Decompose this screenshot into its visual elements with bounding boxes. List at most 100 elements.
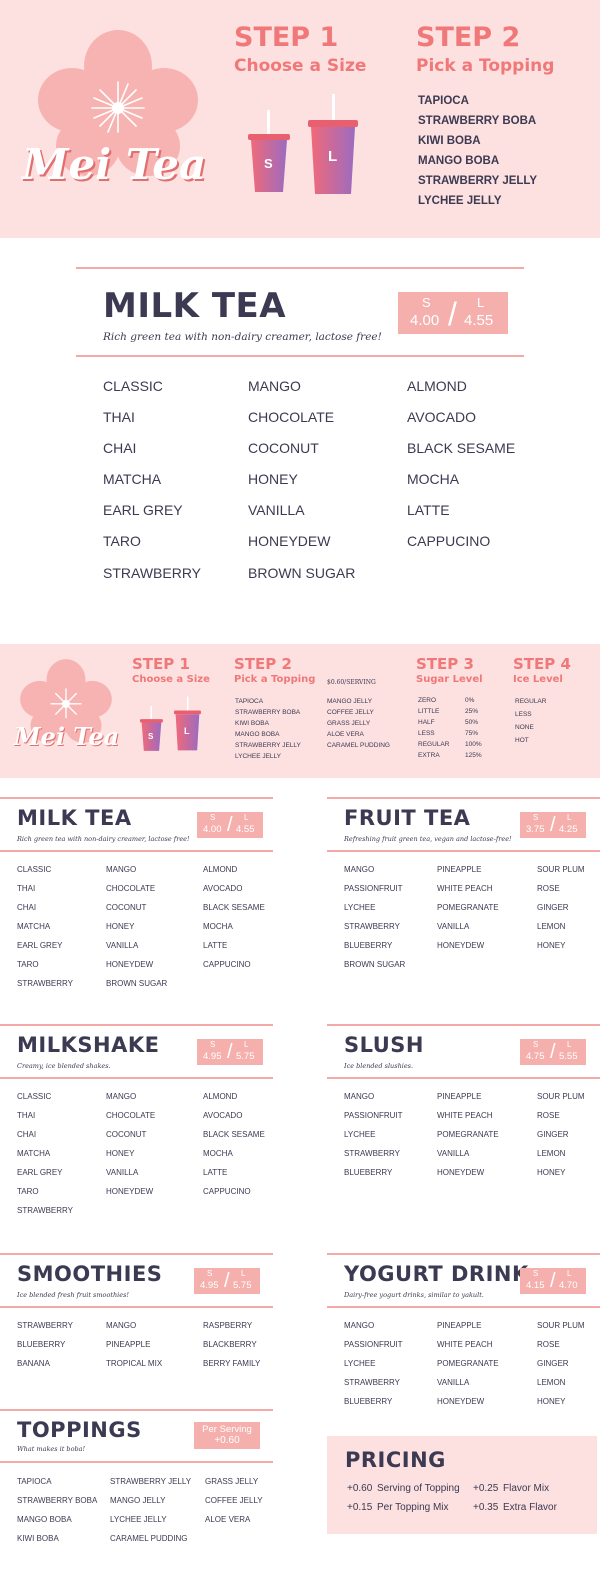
topping-item: TAPIOCA xyxy=(418,95,469,107)
flavor-item: WHITE PEACH xyxy=(437,1340,493,1349)
price-s-label: S xyxy=(207,1269,213,1278)
price-l-label: L xyxy=(241,1269,246,1278)
price-s-value: 4.95 xyxy=(200,1280,219,1291)
sugar-level-name: LESS xyxy=(418,730,435,737)
flavor-item: CHAI xyxy=(17,903,37,912)
flavor-item: STRAWBERRY xyxy=(103,565,202,581)
step4-title: STEP 4 xyxy=(513,655,571,673)
topping-item: TAPIOCA xyxy=(17,1477,52,1486)
flavor-item: TARO xyxy=(17,960,39,969)
price-s-label: S xyxy=(422,295,431,310)
flavor-item: CHOCOLATE xyxy=(248,409,335,425)
sugar-level-name: HALF xyxy=(418,719,435,726)
cup-small-label: S xyxy=(264,156,273,171)
flavor-item: EARL GREY xyxy=(17,1168,63,1177)
flavor-item: HONEYDEW xyxy=(248,533,331,549)
ice-level-item: REGULAR xyxy=(515,698,547,705)
topping-item: GRASS JELLY xyxy=(327,720,371,727)
flavor-item: STRAWBERRY xyxy=(344,922,401,931)
price-l-label: L xyxy=(244,1040,249,1049)
flavor-item: STRAWBERRY xyxy=(17,1206,74,1215)
topping-item: STRAWBERRY BOBA xyxy=(418,115,537,127)
topping-item: COFFEE JELLY xyxy=(205,1496,263,1505)
flavor-item: CHOCOLATE xyxy=(106,884,156,893)
flavor-item: BLACK SESAME xyxy=(203,903,265,912)
cup-large-label: L xyxy=(328,148,338,165)
flavor-item: STRAWBERRY xyxy=(17,979,74,988)
divider-line xyxy=(0,1077,273,1079)
flavor-item: BROWN SUGAR xyxy=(248,565,356,581)
price-separator: / xyxy=(448,296,457,332)
step3-title: STEP 3 xyxy=(416,655,474,673)
divider-line xyxy=(76,355,524,357)
price-s-value: 3.75 xyxy=(526,824,545,835)
section-title: FRUIT TEA xyxy=(344,806,471,830)
section-title: MILKSHAKE xyxy=(17,1033,160,1057)
section-description: Rich green tea with non-dairy creamer, l… xyxy=(17,835,190,843)
step1-title: STEP 1 xyxy=(132,655,190,673)
price-badge: S L 4.00 /4.55 xyxy=(197,812,263,838)
flavor-item: AVOCADO xyxy=(203,1111,243,1120)
flavor-item: MANGO xyxy=(248,378,301,394)
price-separator: / xyxy=(224,1270,230,1292)
price-s-value: 4.95 xyxy=(203,1051,222,1062)
flavor-item: BLACKBERRY xyxy=(203,1340,257,1349)
flavor-item: CHAI xyxy=(17,1130,37,1139)
flavor-item: VANILLA xyxy=(106,1168,139,1177)
topping-item: COFFEE JELLY xyxy=(327,709,374,716)
price-badge: S L 4.95 /5.75 xyxy=(194,1268,260,1294)
flavor-item: HONEY xyxy=(537,1168,566,1177)
flavor-item: MANGO xyxy=(106,865,137,874)
flavor-item: COCONUT xyxy=(106,903,147,912)
divider-line xyxy=(327,850,600,852)
flavor-item: TARO xyxy=(17,1187,39,1196)
topping-item: STRAWBERRY JELLY xyxy=(418,175,538,187)
flavor-item: WHITE PEACH xyxy=(437,884,493,893)
brand-logo-text: Mei Tea xyxy=(22,140,207,189)
flavor-item: PINEAPPLE xyxy=(106,1340,151,1349)
price-l-value: 5.55 xyxy=(559,1051,578,1062)
topping-item: LYCHEE JELLY xyxy=(235,753,282,760)
price-l-value: 4.70 xyxy=(559,1280,578,1291)
step2-title: STEP 2 xyxy=(234,655,292,673)
flavor-item: LATTE xyxy=(203,1168,228,1177)
topping-item: STRAWBERRY JELLY xyxy=(235,742,301,749)
topping-item: STRAWBERRY JELLY xyxy=(110,1477,192,1486)
section-title: SMOOTHIES xyxy=(17,1262,163,1286)
price-badge: S L 4.95 /5.75 xyxy=(197,1039,263,1065)
flavor-item: BLACK SESAME xyxy=(203,1130,265,1139)
section-title: SLUSH xyxy=(344,1033,425,1057)
pricing-box: PRICING +0.60 Serving of Topping +0.25 F… xyxy=(327,1436,597,1534)
topping-item: ALOE VERA xyxy=(327,731,364,738)
divider-line xyxy=(327,1077,600,1079)
divider-line xyxy=(0,1409,273,1411)
divider-line xyxy=(0,1024,273,1026)
flavor-item: PINEAPPLE xyxy=(437,1092,482,1101)
flavor-item: MANGO xyxy=(344,865,375,874)
price-s-label: S xyxy=(533,1040,539,1049)
price-badge: S L 4.00 / 4.55 xyxy=(398,292,508,334)
flavor-item: CAPPUCINO xyxy=(203,960,251,969)
cup-large-icon xyxy=(174,696,201,751)
cup-small-label: S xyxy=(148,732,154,741)
price-l-value: 4.55 xyxy=(464,312,494,329)
flavor-item: SOUR PLUM xyxy=(537,865,585,874)
ice-level-item: NONE xyxy=(515,724,534,731)
pricing-row-label: Per Topping Mix xyxy=(377,1502,449,1513)
flavor-item: BANANA xyxy=(17,1359,50,1368)
flavor-item: EARL GREY xyxy=(17,941,63,950)
divider-line xyxy=(0,1253,273,1255)
cup-small-icon xyxy=(140,706,163,751)
sugar-level-pct: 75% xyxy=(465,730,479,737)
flavor-item: HONEY xyxy=(248,471,298,487)
flavor-item: GINGER xyxy=(537,1359,569,1368)
price-s-value: 4.75 xyxy=(526,1051,545,1062)
topping-item: KIWI BOBA xyxy=(17,1534,59,1543)
flavor-item: ROSE xyxy=(537,1340,560,1349)
topping-item: LYCHEE JELLY xyxy=(418,195,502,207)
cup-large-icon xyxy=(308,94,358,194)
price-l-label: L xyxy=(567,813,572,822)
pricing-title: PRICING xyxy=(345,1448,446,1472)
topping-item: GRASS JELLY xyxy=(205,1477,259,1486)
topping-item: MANGO JELLY xyxy=(327,698,373,705)
